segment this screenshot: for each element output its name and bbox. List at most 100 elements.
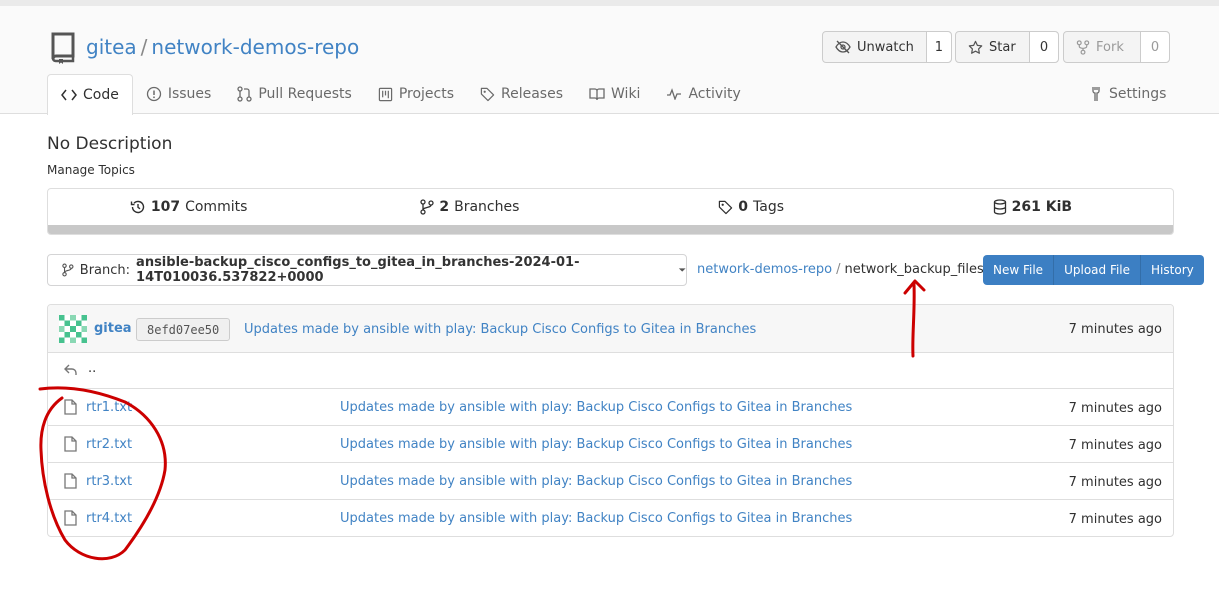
watch-count[interactable]: 1 xyxy=(926,32,951,62)
commits-count: 107 xyxy=(150,199,181,215)
tab-settings[interactable]: Settings xyxy=(1089,74,1166,114)
breadcrumb: network-demos-repo / network_backup_files xyxy=(697,262,984,277)
unwatch-label: Unwatch xyxy=(857,39,914,55)
caret-down-icon xyxy=(678,268,686,272)
file-commit-message[interactable]: Updates made by ansible with play: Backu… xyxy=(340,437,852,452)
eye-slash-icon xyxy=(835,40,851,54)
branch-icon xyxy=(420,199,434,215)
tab-issues[interactable]: Issues xyxy=(133,74,225,114)
language-bar xyxy=(48,225,1173,234)
new-file-button[interactable]: New File xyxy=(983,255,1055,285)
fork-label: Fork xyxy=(1096,39,1124,55)
tab-wiki[interactable]: Wiki xyxy=(576,74,653,114)
file-commit-time: 7 minutes ago xyxy=(1068,401,1162,416)
file-commit-time: 7 minutes ago xyxy=(1068,475,1162,490)
file-name-link[interactable]: rtr2.txt xyxy=(86,437,132,452)
tab-activity-label: Activity xyxy=(688,86,741,102)
tab-releases-label: Releases xyxy=(501,86,564,102)
history-button[interactable]: History xyxy=(1141,255,1204,285)
branch-selector[interactable]: Branch: ansible-backup_cisco_configs_to_… xyxy=(47,254,687,286)
branch-name: ansible-backup_cisco_configs_to_gitea_in… xyxy=(136,255,580,285)
file-icon xyxy=(64,436,77,452)
repo-stats: 107 Commits 2 Branches 0 Tags 261 KiB xyxy=(47,188,1174,235)
branches-stat[interactable]: 2 Branches xyxy=(329,189,610,225)
commits-label: Commits xyxy=(185,199,248,215)
file-icon xyxy=(64,399,77,415)
avatar[interactable] xyxy=(59,315,87,343)
repo-owner-link[interactable]: gitea xyxy=(86,35,137,59)
file-icon xyxy=(64,510,77,526)
history-icon xyxy=(130,200,145,214)
file-name-link[interactable]: rtr3.txt xyxy=(86,474,132,489)
code-icon xyxy=(61,89,77,101)
fork-icon xyxy=(1076,39,1090,55)
table-row: rtr4.txt Updates made by ansible with pl… xyxy=(48,500,1173,536)
fork-count[interactable]: 0 xyxy=(1141,32,1169,62)
branches-label: Branches xyxy=(454,199,520,215)
branch-prefix: Branch: xyxy=(79,262,131,278)
star-button[interactable]: Star 0 xyxy=(955,31,1059,63)
repo-tabs: Code Issues Pull Requests Projects Relea… xyxy=(47,74,754,115)
tab-settings-label: Settings xyxy=(1109,86,1167,102)
manage-topics-link[interactable]: Manage Topics xyxy=(47,163,135,177)
file-commit-message[interactable]: Updates made by ansible with play: Backu… xyxy=(340,474,852,489)
commit-sha[interactable]: 8efd07ee50 xyxy=(136,318,231,341)
tag-icon xyxy=(480,87,495,101)
file-name-link[interactable]: rtr1.txt xyxy=(86,400,132,415)
pull-request-icon xyxy=(237,86,252,102)
repo-title: gitea / network-demos-repo xyxy=(86,35,359,59)
tab-code-label: Code xyxy=(83,87,119,103)
table-row: rtr1.txt Updates made by ansible with pl… xyxy=(48,389,1173,426)
branches-count: 2 xyxy=(439,199,450,215)
issue-icon xyxy=(146,86,161,102)
commit-author[interactable]: gitea xyxy=(94,321,132,336)
tab-releases[interactable]: Releases xyxy=(467,74,576,114)
commit-message[interactable]: Updates made by ansible with play: Backu… xyxy=(244,322,756,337)
breadcrumb-repo-link[interactable]: network-demos-repo xyxy=(697,262,832,277)
star-count[interactable]: 0 xyxy=(1030,32,1058,62)
tab-issues-label: Issues xyxy=(167,86,212,102)
unwatch-button[interactable]: Unwatch 1 xyxy=(822,31,952,63)
tags-count: 0 xyxy=(738,199,748,215)
tab-activity[interactable]: Activity xyxy=(653,74,753,114)
file-actions: New File Upload File History xyxy=(983,255,1204,285)
pulse-icon xyxy=(667,88,682,100)
reply-icon xyxy=(64,364,77,375)
upload-file-button[interactable]: Upload File xyxy=(1054,255,1142,285)
parent-dir-row[interactable]: .. xyxy=(48,353,1173,389)
repo-title-separator: / xyxy=(140,35,148,59)
database-icon xyxy=(993,199,1006,215)
parent-dir-link[interactable]: .. xyxy=(88,361,96,376)
tools-icon xyxy=(1092,87,1100,101)
latest-commit: gitea 8efd07ee50 Updates made by ansible… xyxy=(48,305,1173,353)
tab-projects-label: Projects xyxy=(398,86,455,102)
tab-pull-requests-label: Pull Requests xyxy=(258,86,352,102)
tags-stat[interactable]: 0 Tags xyxy=(611,189,892,225)
file-commit-message[interactable]: Updates made by ansible with play: Backu… xyxy=(340,400,852,415)
table-row: rtr3.txt Updates made by ansible with pl… xyxy=(48,463,1173,500)
file-name-link[interactable]: rtr4.txt xyxy=(86,511,132,526)
fork-button[interactable]: Fork 0 xyxy=(1063,31,1170,63)
size-stat: 261 KiB xyxy=(892,189,1173,225)
tab-code[interactable]: Code xyxy=(47,74,133,115)
book-icon xyxy=(589,88,605,101)
breadcrumb-divider: / xyxy=(836,262,841,277)
unwatch-label-area[interactable]: Unwatch xyxy=(823,32,927,62)
file-icon xyxy=(64,473,77,489)
file-list: gitea 8efd07ee50 Updates made by ansible… xyxy=(47,304,1174,537)
repo-size: 261 KiB xyxy=(1011,199,1073,215)
fork-label-area[interactable]: Fork xyxy=(1064,32,1141,62)
project-icon xyxy=(378,87,393,101)
star-label: Star xyxy=(989,39,1016,55)
commits-stat[interactable]: 107 Commits xyxy=(48,189,329,225)
star-label-area[interactable]: Star xyxy=(956,32,1030,62)
tab-pull-requests[interactable]: Pull Requests xyxy=(224,74,364,114)
file-commit-time: 7 minutes ago xyxy=(1068,438,1162,453)
table-row: rtr2.txt Updates made by ansible with pl… xyxy=(48,426,1173,463)
file-commit-message[interactable]: Updates made by ansible with play: Backu… xyxy=(340,511,852,526)
tab-projects[interactable]: Projects xyxy=(365,74,467,114)
breadcrumb-current-folder: network_backup_files xyxy=(844,262,984,277)
repo-name-link[interactable]: network-demos-repo xyxy=(151,35,359,59)
tag-icon xyxy=(719,200,733,214)
repo-description: No Description xyxy=(47,134,173,154)
